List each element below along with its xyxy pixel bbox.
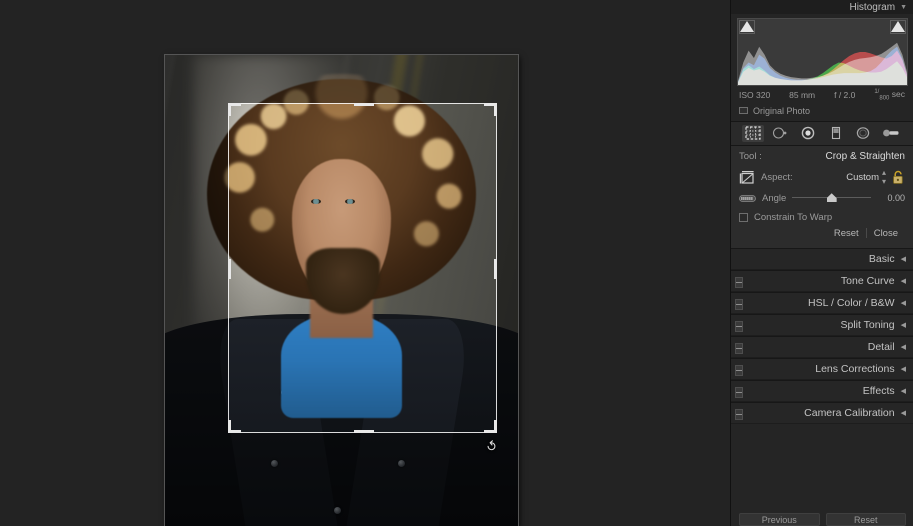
panel-label: HSL / Color / B&W [808, 296, 895, 309]
chevron-down-icon[interactable]: ▼ [900, 4, 907, 11]
panel-switch-icon[interactable] [735, 298, 743, 310]
subject-hair-curls [200, 73, 483, 310]
panel-switch-icon[interactable] [735, 386, 743, 398]
tool-label: Tool : [739, 150, 762, 162]
chevron-left-icon[interactable]: ◀ [901, 299, 906, 307]
panel-switch-icon[interactable] [735, 364, 743, 376]
photo-metadata-row: ISO 320 85 mm f / 2.0 1/800 sec [731, 86, 913, 104]
aspect-value[interactable]: Custom [846, 172, 879, 183]
panel-item-hsl-color-bw[interactable]: HSL / Color / B&W ◀ [731, 291, 913, 314]
original-photo-icon [739, 107, 748, 115]
chevron-left-icon[interactable]: ◀ [901, 277, 906, 285]
panel-label: Effects [862, 384, 895, 397]
panel-item-detail[interactable]: Detail ◀ [731, 335, 913, 358]
crop-tool-body: Tool : Crop & Straighten Aspect: Custom … [731, 145, 913, 248]
aspect-lock-icon[interactable] [891, 170, 905, 185]
close-button[interactable]: Close [867, 227, 905, 240]
spot-removal-icon[interactable] [769, 125, 791, 142]
chevron-left-icon[interactable]: ◀ [901, 365, 906, 373]
crop-tool-buttons: Reset Close [731, 224, 913, 244]
angle-label: Angle [762, 192, 787, 204]
panel-item-lens-corrections[interactable]: Lens Corrections ◀ [731, 357, 913, 380]
iso-value: ISO 320 [739, 90, 771, 101]
angle-slider-knob[interactable] [826, 193, 837, 203]
crop-frame-icon[interactable] [739, 170, 756, 185]
panel-item-basic[interactable]: Basic ◀ [731, 247, 913, 270]
lightroom-develop-window: ↺ Histogram ▼ ISO 320 85 mm f / 2.0 1/80… [0, 0, 913, 526]
constrain-to-warp-row[interactable]: Constrain To Warp [731, 209, 913, 225]
bottom-button-row: Previous Reset [731, 513, 913, 526]
stepper-icon[interactable]: ▴ ▾ [882, 168, 886, 186]
previous-button[interactable]: Previous [739, 513, 820, 526]
histogram-series-blue [738, 46, 907, 85]
develop-panel-list: Basic ◀ Tone Curve ◀ HSL / Color / B&W ◀… [731, 247, 913, 424]
panel-switch-icon[interactable] [735, 408, 743, 420]
aperture-value: f / 2.0 [834, 90, 856, 101]
original-photo-label: Original Photo [753, 105, 811, 116]
panel-label: Detail [867, 340, 895, 353]
original-photo-row[interactable]: Original Photo [731, 104, 913, 121]
crop-overlay-icon[interactable] [741, 124, 764, 142]
adjustment-brush-icon[interactable] [880, 125, 902, 142]
histogram-container [731, 14, 913, 86]
panel-label: Camera Calibration [804, 406, 895, 419]
shadow-clipping-indicator[interactable] [740, 21, 754, 32]
chevron-left-icon[interactable]: ◀ [901, 255, 906, 263]
chevron-left-icon[interactable]: ◀ [901, 321, 906, 329]
photo[interactable] [165, 55, 518, 526]
photo-artwork [165, 55, 518, 526]
radial-filter-icon[interactable] [852, 125, 874, 142]
angle-value[interactable]: 0.00 [877, 193, 905, 203]
tool-row: Tool : Crop & Straighten [731, 146, 913, 167]
aspect-row: Aspect: Custom ▴ ▾ [731, 167, 913, 188]
tool-strip [731, 120, 913, 146]
panel-label: Split Toning [840, 318, 895, 331]
histogram-title: Histogram [849, 1, 896, 13]
chevron-left-icon[interactable]: ◀ [901, 409, 906, 417]
constrain-to-warp-label: Constrain To Warp [754, 211, 833, 223]
angle-slider[interactable] [792, 192, 871, 204]
right-side-panel: Histogram ▼ ISO 320 85 mm f / 2.0 1/800 … [730, 0, 913, 526]
reset-button[interactable]: Reset [827, 227, 866, 240]
histogram-chart[interactable] [737, 18, 908, 86]
panel-item-effects[interactable]: Effects ◀ [731, 379, 913, 402]
panel-switch-icon[interactable] [735, 276, 743, 288]
jacket-button [397, 460, 405, 468]
panel-label: Tone Curve [840, 274, 895, 287]
tool-value[interactable]: Crop & Straighten [826, 151, 906, 162]
panel-label: Basic [868, 252, 895, 265]
highlight-clipping-indicator[interactable] [891, 21, 905, 32]
panel-item-tone-curve[interactable]: Tone Curve ◀ [731, 269, 913, 292]
histogram-panel-header[interactable]: Histogram ▼ [731, 0, 913, 14]
shutter-speed-value: 1/800 sec [874, 89, 905, 102]
image-canvas[interactable]: ↺ [0, 0, 730, 526]
aspect-label: Aspect: [761, 171, 793, 183]
angle-row: Angle 0.00 [731, 188, 913, 209]
red-eye-correction-icon[interactable] [797, 125, 819, 142]
chevron-left-icon[interactable]: ◀ [901, 343, 906, 351]
panel-switch-icon[interactable] [735, 342, 743, 354]
jacket-button [270, 460, 278, 468]
reset-bottom-button[interactable]: Reset [825, 513, 906, 526]
histogram-plot [738, 42, 907, 85]
graduated-filter-icon[interactable] [825, 125, 847, 142]
constrain-to-warp-checkbox[interactable] [739, 212, 748, 222]
panel-switch-icon[interactable] [735, 320, 743, 332]
panel-label: Lens Corrections [815, 362, 895, 375]
chevron-left-icon[interactable]: ◀ [901, 387, 906, 395]
straighten-tool-icon[interactable] [739, 194, 756, 203]
panel-item-split-toning[interactable]: Split Toning ◀ [731, 313, 913, 336]
focal-length-value: 85 mm [789, 90, 816, 101]
panel-item-camera-calibration[interactable]: Camera Calibration ◀ [731, 401, 913, 424]
